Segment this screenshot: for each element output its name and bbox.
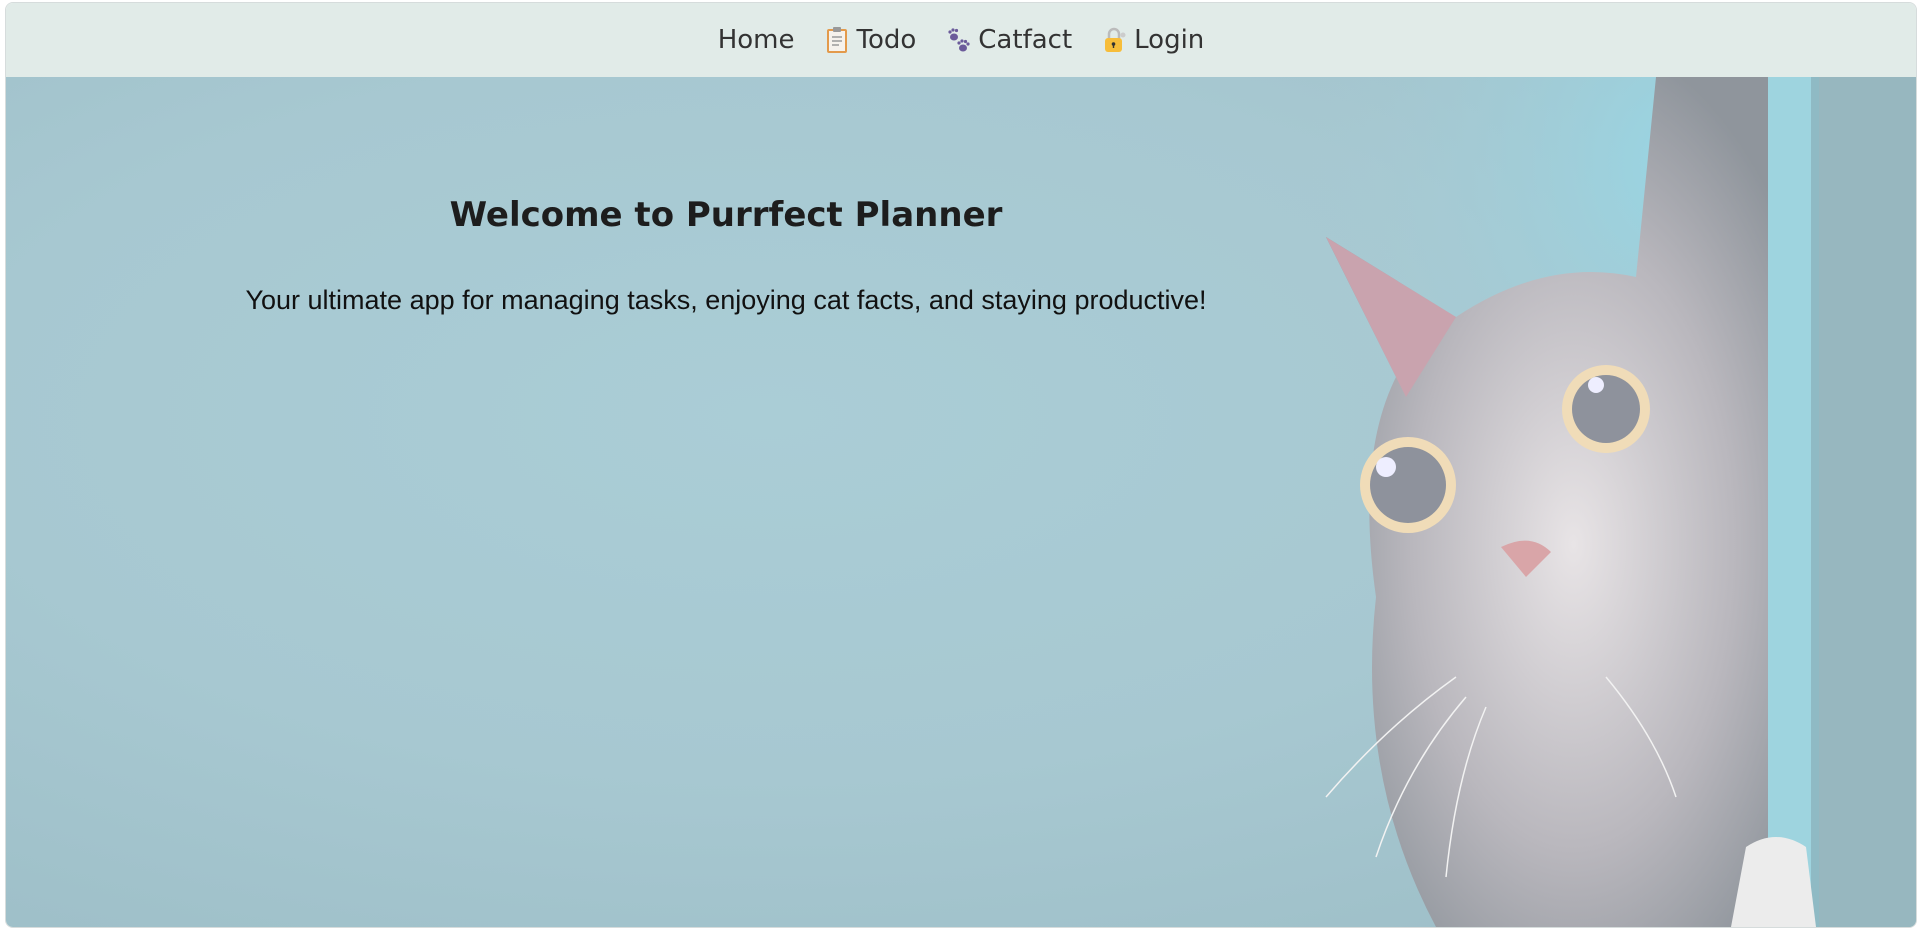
app-frame: Home Todo Catfact Login Welcome to Purrf… — [5, 2, 1917, 928]
lock-with-key-icon — [1105, 27, 1126, 52]
page-subtitle: Your ultimate app for managing tasks, en… — [245, 285, 1207, 315]
hero-section: Welcome to Purrfect Planner Your ultimat… — [6, 77, 1916, 927]
nav-catfact[interactable]: Catfact — [946, 25, 1072, 55]
clipboard-icon — [827, 27, 848, 53]
nav-login[interactable]: Login — [1102, 25, 1204, 55]
page-title: Welcome to Purrfect Planner — [449, 195, 1003, 235]
nav-catfact-label: Catfact — [978, 25, 1073, 55]
nav-todo-label: Todo — [856, 25, 917, 55]
nav-home[interactable]: Home — [718, 25, 795, 55]
paw-prints-icon — [948, 28, 970, 52]
nav-todo[interactable]: Todo — [824, 25, 916, 55]
nav-home-label: Home — [717, 25, 795, 55]
nav-login-label: Login — [1134, 25, 1205, 55]
top-nav: Home Todo Catfact Login — [6, 3, 1916, 77]
